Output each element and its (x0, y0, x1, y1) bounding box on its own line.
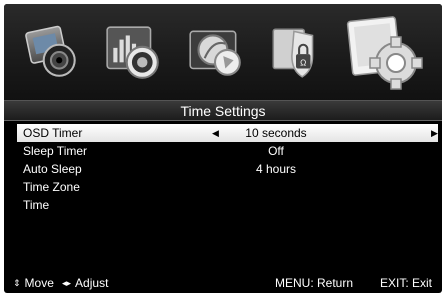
setting-value: 10 seconds (245, 126, 307, 140)
page-title: Time Settings (4, 100, 442, 121)
settings-list: OSD Timer ◀ 10 seconds ▶ Sleep Timer Off… (4, 124, 442, 214)
setting-row-osd-timer[interactable]: OSD Timer ◀ 10 seconds ▶ (17, 124, 438, 142)
left-right-arrows-icon: ◂▸ (62, 278, 72, 288)
lock-icon[interactable]: Ω (265, 21, 327, 83)
setting-label: Auto Sleep (23, 162, 82, 176)
setup-gear-icon[interactable] (346, 13, 424, 91)
channel-icon[interactable] (184, 21, 246, 83)
setting-label: Time Zone (23, 180, 80, 194)
svg-text:Ω: Ω (300, 58, 306, 67)
arrow-right-icon[interactable]: ▶ (431, 124, 438, 142)
move-label: Move (24, 276, 54, 290)
setting-row-sleep-timer[interactable]: Sleep Timer Off (4, 142, 442, 160)
setting-row-time-zone[interactable]: Time Zone (4, 178, 442, 196)
menu-return-hint: MENU: Return (275, 276, 354, 290)
setting-value: Off (268, 144, 284, 158)
setting-row-auto-sleep[interactable]: Auto Sleep 4 hours (4, 160, 442, 178)
arrow-left-icon[interactable]: ◀ (212, 124, 219, 142)
setting-row-time[interactable]: Time (4, 196, 442, 214)
footer-hints: ⇕ Move ◂▸ Adjust MENU: Return EXIT: Exit (4, 273, 442, 293)
exit-hint: EXIT: Exit (380, 276, 433, 290)
adjust-hint: ◂▸ Adjust (62, 273, 108, 293)
setting-label: Sleep Timer (23, 144, 88, 158)
setting-value: 4 hours (255, 162, 297, 176)
setting-label: OSD Timer (23, 126, 83, 140)
picture-icon[interactable] (22, 21, 84, 83)
sound-icon[interactable] (103, 21, 165, 83)
adjust-label: Adjust (75, 276, 109, 290)
move-hint: ⇕ Move (13, 273, 54, 293)
tv-osd-screen: Ω Time Settings OSD Timer ◀ 10 seconds ▶… (4, 4, 442, 293)
setting-label: Time (23, 198, 50, 212)
menu-icon-bar: Ω (4, 4, 442, 100)
up-down-arrows-icon: ⇕ (13, 278, 21, 288)
